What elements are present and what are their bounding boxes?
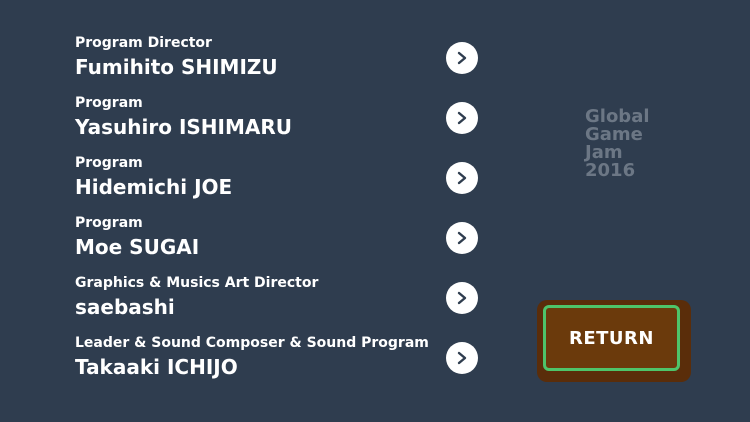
- return-button-label: RETURN: [569, 327, 654, 349]
- event-title-line: 2016: [585, 160, 636, 181]
- credit-role: Program Director: [75, 35, 212, 51]
- credit-entry: Program Hidemichi JOE: [75, 154, 495, 214]
- credit-name: Takaaki ICHIJO: [75, 355, 238, 379]
- credit-role: Program: [75, 155, 143, 171]
- credit-link-button[interactable]: [446, 102, 478, 134]
- credit-role: Graphics & Musics Art Director: [75, 275, 319, 291]
- credit-entry: Program Director Fumihito SHIMIZU: [75, 34, 495, 94]
- credit-name: Moe SUGAI: [75, 235, 200, 259]
- credits-list: Program Director Fumihito SHIMIZU Progra…: [75, 34, 495, 394]
- chevron-right-icon: [457, 111, 467, 125]
- credit-role: Program: [75, 95, 143, 111]
- chevron-right-icon: [457, 51, 467, 65]
- credit-role: Program: [75, 215, 143, 231]
- chevron-right-icon: [457, 351, 467, 365]
- chevron-right-icon: [457, 291, 467, 305]
- credit-role: Leader & Sound Composer & Sound Program: [75, 335, 429, 351]
- credit-name: Yasuhiro ISHIMARU: [75, 115, 292, 139]
- credit-name: Fumihito SHIMIZU: [75, 55, 278, 79]
- credit-link-button[interactable]: [446, 342, 478, 374]
- credit-link-button[interactable]: [446, 222, 478, 254]
- chevron-right-icon: [457, 231, 467, 245]
- credit-entry: Program Moe SUGAI: [75, 214, 495, 274]
- return-button[interactable]: RETURN: [543, 305, 680, 371]
- credit-entry: Leader & Sound Composer & Sound Program …: [75, 334, 495, 394]
- credit-name: saebashi: [75, 295, 175, 319]
- credit-link-button[interactable]: [446, 162, 478, 194]
- credit-entry: Program Yasuhiro ISHIMARU: [75, 94, 495, 154]
- credit-name: Hidemichi JOE: [75, 175, 233, 199]
- chevron-right-icon: [457, 171, 467, 185]
- event-title: Global Game Jam 2016: [585, 108, 675, 180]
- credit-link-button[interactable]: [446, 42, 478, 74]
- credit-link-button[interactable]: [446, 282, 478, 314]
- credit-entry: Graphics & Musics Art Director saebashi: [75, 274, 495, 334]
